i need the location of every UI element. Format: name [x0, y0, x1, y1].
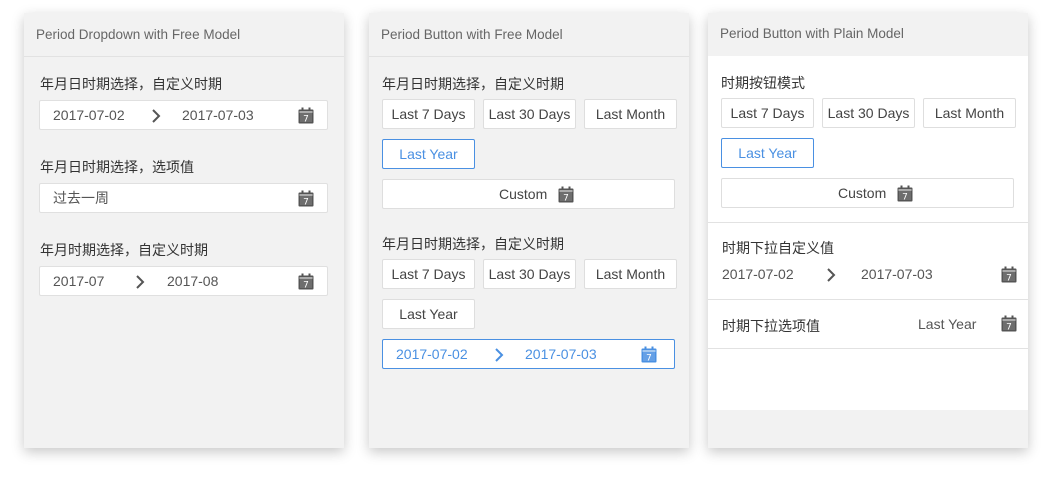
month-range-picker[interactable]: 2017-07 2017-08 7	[39, 266, 328, 296]
chevron-right-icon	[827, 268, 836, 282]
selected-period: Last Year	[918, 316, 977, 332]
divider	[708, 222, 1028, 223]
custom-label: Custom	[838, 185, 887, 201]
date-range-picker[interactable]: 2017-07-02 2017-07-03 7	[708, 260, 1028, 290]
svg-text:7: 7	[303, 198, 309, 208]
chevron-right-icon	[495, 348, 504, 362]
calendar-icon[interactable]: 7	[298, 107, 314, 125]
svg-text:7: 7	[303, 281, 309, 291]
panel-period-button-free: Period Button with Free Model 年月日时期选择，自定…	[369, 13, 689, 448]
custom-button[interactable]: Custom 7	[382, 179, 675, 209]
calendar-icon: 7	[897, 185, 913, 203]
last-year-button[interactable]: Last Year	[382, 299, 475, 329]
content-area: 时期按钮模式 Last 7 Days Last 30 Days Last Mon…	[708, 56, 1028, 410]
calendar-icon[interactable]: 7	[298, 190, 314, 208]
start-date: 2017-07-02	[396, 346, 468, 362]
divider	[708, 348, 1028, 349]
end-date: 2017-07-03	[182, 107, 254, 123]
svg-text:7: 7	[1006, 323, 1012, 333]
date-range-picker[interactable]: 2017-07-02 2017-07-03 7	[382, 339, 675, 369]
calendar-icon[interactable]: 7	[1001, 266, 1017, 284]
last-30-days-button[interactable]: Last 30 Days	[483, 99, 576, 129]
svg-text:7: 7	[646, 354, 652, 364]
calendar-icon[interactable]: 7	[1001, 315, 1017, 333]
last-month-button[interactable]: Last Month	[923, 98, 1016, 128]
start-date: 2017-07-02	[53, 107, 125, 123]
section-label: 年月日时期选择，自定义时期	[382, 76, 564, 92]
selected-period: 过去一周	[53, 190, 109, 206]
svg-text:7: 7	[902, 193, 908, 203]
period-select[interactable]: 过去一周 7	[39, 183, 328, 213]
last-7-days-button[interactable]: Last 7 Days	[382, 259, 475, 289]
calendar-icon: 7	[558, 186, 574, 204]
start-date: 2017-07-02	[722, 266, 794, 282]
end-date: 2017-07-03	[525, 346, 597, 362]
section-label: 年月日时期选择，选项值	[40, 159, 194, 175]
section-label: 时期按钮模式	[721, 75, 805, 91]
panel-title: Period Button with Free Model	[369, 13, 689, 57]
period-select-row[interactable]: 时期下拉选项值 Last Year 7	[708, 300, 1028, 348]
custom-button[interactable]: Custom 7	[721, 178, 1014, 208]
last-month-button[interactable]: Last Month	[584, 259, 677, 289]
svg-text:7: 7	[563, 194, 569, 204]
panel-period-dropdown: Period Dropdown with Free Model 年月日时期选择，…	[24, 13, 344, 448]
svg-text:7: 7	[1006, 274, 1012, 284]
section-label: 年月日时期选择，自定义时期	[382, 236, 564, 252]
svg-text:7: 7	[303, 115, 309, 125]
start-month: 2017-07	[53, 273, 105, 289]
section-label: 时期下拉选项值	[722, 318, 820, 334]
date-range-picker[interactable]: 2017-07-02 2017-07-03 7	[39, 100, 328, 130]
last-month-button[interactable]: Last Month	[584, 99, 677, 129]
last-7-days-button[interactable]: Last 7 Days	[721, 98, 814, 128]
custom-label: Custom	[499, 186, 548, 202]
last-year-button[interactable]: Last Year	[721, 138, 814, 168]
chevron-right-icon	[152, 109, 161, 123]
last-30-days-button[interactable]: Last 30 Days	[483, 259, 576, 289]
last-30-days-button[interactable]: Last 30 Days	[822, 98, 915, 128]
panel-title: Period Button with Plain Model	[720, 26, 904, 41]
chevron-right-icon	[136, 275, 145, 289]
panel-period-button-plain: Period Button with Plain Model 时期按钮模式 La…	[708, 13, 1028, 448]
panel-title: Period Dropdown with Free Model	[24, 13, 344, 57]
last-7-days-button[interactable]: Last 7 Days	[382, 99, 475, 129]
calendar-icon[interactable]: 7	[298, 273, 314, 291]
section-label: 年月日时期选择，自定义时期	[40, 76, 222, 92]
end-date: 2017-07-03	[861, 266, 933, 282]
section-label: 时期下拉自定义值	[722, 240, 834, 256]
section-label: 年月时期选择，自定义时期	[40, 242, 208, 258]
end-month: 2017-08	[167, 273, 219, 289]
last-year-button[interactable]: Last Year	[382, 139, 475, 169]
calendar-icon[interactable]: 7	[641, 346, 657, 364]
